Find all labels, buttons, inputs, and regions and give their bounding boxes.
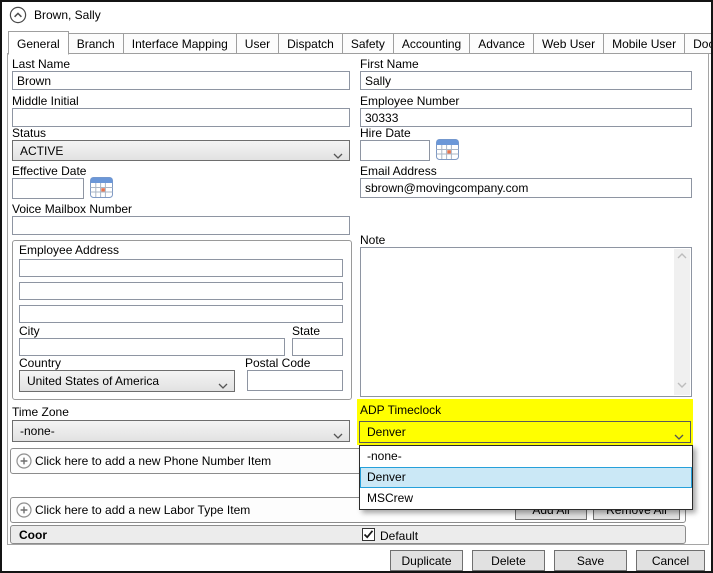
state-input[interactable]	[292, 338, 343, 356]
email-label: Email Address	[360, 164, 437, 178]
state-label: State	[292, 324, 321, 338]
tab-safety[interactable]: Safety	[341, 33, 394, 54]
add-phone-number-label: Click here to add a new Phone Number Ite…	[35, 454, 272, 468]
adp-option-mscrew[interactable]: MSCrew	[360, 488, 692, 509]
effective-date-calendar-button[interactable]	[90, 177, 113, 198]
employee-window: Brown, Sally General Branch Interface Ma…	[0, 0, 713, 573]
delete-button[interactable]: Delete	[472, 550, 545, 571]
effective-date-input[interactable]	[12, 178, 84, 199]
voice-mailbox-label: Voice Mailbox Number	[12, 202, 133, 216]
status-value: ACTIVE	[20, 143, 64, 158]
note-textarea[interactable]	[360, 247, 692, 397]
tab-mobile-user[interactable]: Mobile User	[603, 33, 686, 54]
chevron-down-icon	[674, 429, 684, 443]
address-line1-input[interactable]	[19, 259, 343, 277]
country-label: Country	[19, 356, 62, 370]
tab-strip: General Branch Interface Mapping User Di…	[8, 31, 711, 55]
time-zone-select[interactable]: -none-	[12, 420, 350, 442]
adp-option-none[interactable]: -none-	[360, 446, 692, 467]
labor-type-name: Coor	[19, 527, 47, 542]
city-input[interactable]	[19, 338, 285, 356]
add-labor-type-label: Click here to add a new Labor Type Item	[35, 503, 251, 517]
adp-timeclock-select[interactable]: Denver	[359, 421, 691, 443]
last-name-input[interactable]	[12, 71, 350, 90]
tab-documents[interactable]: Documents	[684, 33, 711, 54]
chevron-down-icon	[333, 428, 343, 442]
employee-address-label: Employee Address	[19, 243, 120, 257]
note-scrollbar[interactable]	[674, 249, 690, 395]
adp-timeclock-label: ADP Timeclock	[360, 403, 442, 417]
default-checkbox[interactable]	[362, 528, 375, 541]
middle-initial-label: Middle Initial	[12, 94, 79, 108]
window-title: Brown, Sally	[34, 8, 101, 22]
status-label: Status	[12, 126, 47, 140]
labor-type-row-coor[interactable]: Coor	[10, 525, 686, 544]
chevron-down-icon	[218, 378, 228, 392]
country-value: United States of America	[27, 374, 160, 388]
adp-option-denver[interactable]: Denver	[360, 467, 692, 488]
tab-user[interactable]: User	[235, 33, 280, 54]
hire-date-label: Hire Date	[360, 126, 411, 140]
postal-code-label: Postal Code	[245, 356, 311, 370]
adp-timeclock-value: Denver	[367, 425, 406, 439]
save-button[interactable]: Save	[554, 550, 627, 571]
calendar-icon	[90, 177, 113, 201]
postal-code-input[interactable]	[247, 370, 343, 391]
calendar-icon	[436, 139, 459, 163]
hire-date-input[interactable]	[360, 140, 430, 161]
employee-number-input[interactable]	[360, 108, 692, 127]
country-select[interactable]: United States of America	[19, 370, 235, 392]
tab-web-user[interactable]: Web User	[532, 33, 605, 54]
cancel-button[interactable]: Cancel	[636, 550, 705, 571]
window-header: Brown, Sally	[2, 2, 711, 28]
status-select[interactable]: ACTIVE	[12, 140, 350, 161]
tab-branch[interactable]: Branch	[67, 33, 124, 54]
chevron-down-icon	[333, 148, 343, 162]
tab-accounting[interactable]: Accounting	[392, 33, 471, 54]
address-line3-input[interactable]	[19, 305, 343, 323]
scroll-down-icon[interactable]	[677, 378, 687, 395]
effective-date-label: Effective Date	[12, 164, 87, 178]
voice-mailbox-input[interactable]	[12, 216, 350, 235]
tab-advance[interactable]: Advance	[469, 33, 534, 54]
middle-initial-input[interactable]	[12, 108, 350, 127]
adp-dropdown-list: -none- Denver MSCrew	[359, 445, 693, 510]
collapse-icon[interactable]	[9, 6, 27, 24]
tab-general[interactable]: General	[8, 31, 69, 55]
first-name-input[interactable]	[360, 71, 692, 90]
email-input[interactable]	[360, 178, 692, 198]
last-name-label: Last Name	[12, 57, 71, 71]
time-zone-label: Time Zone	[12, 405, 69, 419]
time-zone-value: -none-	[20, 424, 55, 438]
address-line2-input[interactable]	[19, 282, 343, 300]
employee-number-label: Employee Number	[360, 94, 460, 108]
default-checkbox-label: Default	[380, 529, 419, 543]
hire-date-calendar-button[interactable]	[436, 139, 459, 160]
city-label: City	[19, 324, 40, 338]
plus-circle-icon	[16, 502, 32, 518]
tab-interface-mapping[interactable]: Interface Mapping	[122, 33, 237, 54]
duplicate-button[interactable]: Duplicate	[390, 550, 463, 571]
tab-dispatch[interactable]: Dispatch	[278, 33, 343, 54]
first-name-label: First Name	[360, 57, 419, 71]
plus-circle-icon	[16, 453, 32, 469]
scroll-up-icon[interactable]	[677, 249, 687, 266]
note-label: Note	[360, 233, 386, 247]
